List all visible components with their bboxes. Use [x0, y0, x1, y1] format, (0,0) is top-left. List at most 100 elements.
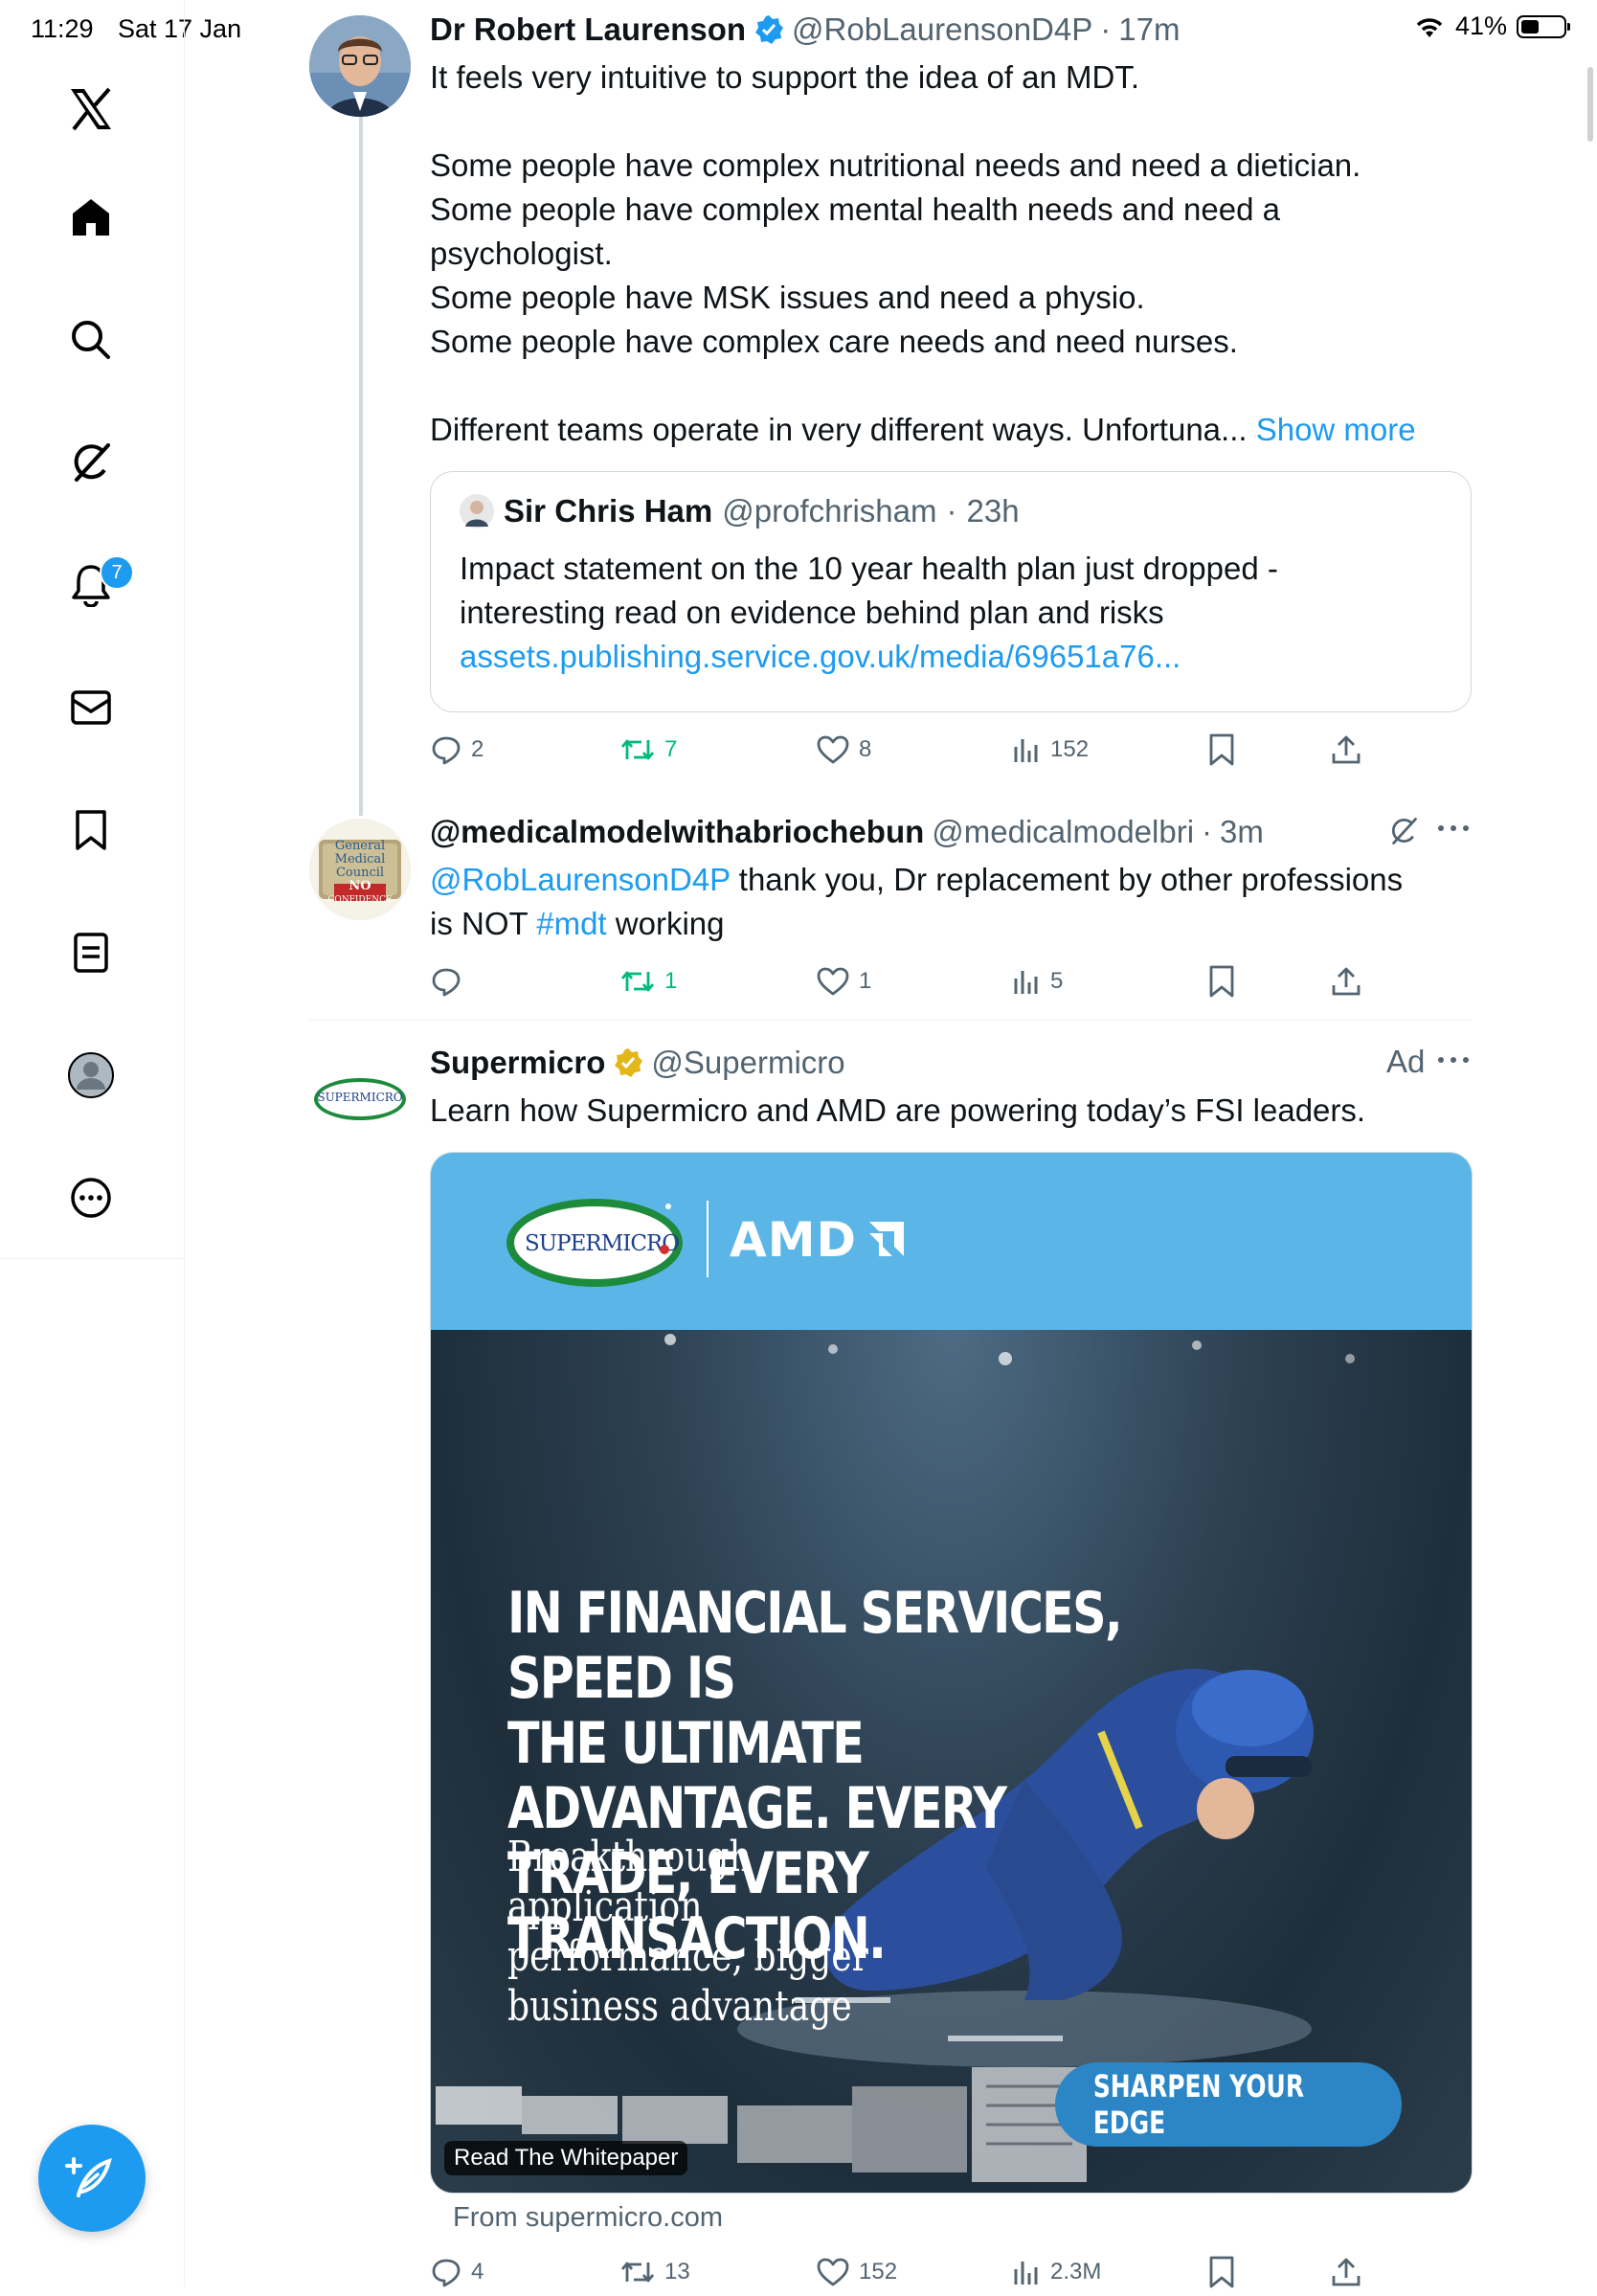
- post-time[interactable]: 17m: [1118, 11, 1180, 48]
- post-time[interactable]: 3m: [1220, 814, 1264, 850]
- quote-line: Impact statement on the 10 year health p…: [460, 551, 1278, 586]
- repost-count: 13: [664, 2259, 690, 2285]
- avatar[interactable]: General Medical Council NO CONFIDENCE: [309, 819, 411, 920]
- lists-icon[interactable]: [62, 924, 120, 981]
- quote-header: Sir Chris Ham @profchrisham · 23h: [460, 493, 1020, 529]
- avatar-text-line: CONFIDENCE: [327, 895, 393, 905]
- scrollbar[interactable]: [1587, 67, 1593, 142]
- quote-link[interactable]: assets.publishing.service.gov.uk/media/6…: [460, 635, 1455, 679]
- like-button[interactable]: 152: [817, 2248, 897, 2296]
- views-button[interactable]: 152: [1012, 726, 1089, 774]
- repost-icon: [620, 971, 655, 992]
- author-handle[interactable]: @Supermicro: [651, 1045, 844, 1081]
- share-button[interactable]: [1331, 2248, 1361, 2296]
- avatar[interactable]: [309, 15, 411, 117]
- show-more-link[interactable]: Show more: [1256, 412, 1416, 447]
- like-button[interactable]: 8: [817, 726, 871, 774]
- author-name[interactable]: @medicalmodelwithabriochebun: [430, 814, 924, 850]
- tweet-actions: 2 7 8 152: [431, 726, 1407, 774]
- battery-percent: 41%: [1454, 11, 1507, 40]
- avatar-text-line: Council: [335, 866, 385, 880]
- bookmark-button[interactable]: [1208, 726, 1235, 774]
- truncated-line: Different teams operate in very differen…: [430, 412, 1248, 447]
- dot-separator: ·: [1100, 11, 1112, 47]
- views-count: 2.3M: [1050, 2259, 1102, 2285]
- hashtag-link[interactable]: #mdt: [536, 906, 606, 941]
- repost-button[interactable]: 13: [620, 2248, 690, 2296]
- views-button[interactable]: 2.3M: [1012, 2248, 1101, 2296]
- repost-button[interactable]: 7: [620, 726, 677, 774]
- mention-link[interactable]: @RobLaurensonD4P: [430, 862, 731, 897]
- ad-cta-button[interactable]: SHARPEN YOUR EDGE: [1055, 2062, 1402, 2147]
- more-icon[interactable]: [62, 1169, 120, 1227]
- avatar-text-line: Medical: [334, 852, 386, 867]
- reply-button[interactable]: 4: [431, 2248, 484, 2296]
- messages-icon[interactable]: [62, 679, 120, 736]
- reply-icon: [432, 968, 461, 997]
- home-icon[interactable]: [62, 189, 120, 246]
- share-button[interactable]: [1331, 726, 1361, 774]
- subhead-line: Breakthrough: [507, 1833, 752, 1881]
- views-button[interactable]: 5: [1012, 957, 1063, 1005]
- repost-icon: [620, 2262, 655, 2283]
- subhead-line: application: [507, 1882, 703, 1931]
- quoted-post[interactable]: Sir Chris Ham @profchrisham · 23h Impact…: [430, 471, 1472, 712]
- x-logo-icon[interactable]: [62, 80, 120, 138]
- like-count: 152: [859, 2259, 898, 2285]
- bookmark-button[interactable]: [1208, 2248, 1235, 2296]
- ad-card[interactable]: SUPERMICRO AMD IN FINANCIAL SERVICES, SP…: [430, 1152, 1473, 2194]
- grok-icon[interactable]: [62, 434, 120, 491]
- ad-source[interactable]: From supermicro.com: [453, 2202, 723, 2234]
- repost-count: 7: [664, 736, 678, 762]
- bookmarks-icon[interactable]: [62, 801, 120, 859]
- quote-author-handle: @profchrisham: [722, 493, 937, 529]
- heart-icon: [817, 735, 849, 764]
- avatar-text-line: General: [334, 839, 386, 853]
- notifications-badge: 7: [100, 555, 134, 590]
- share-icon: [1332, 2258, 1361, 2286]
- search-icon[interactable]: [62, 311, 120, 369]
- reply-button[interactable]: 2: [431, 726, 484, 774]
- share-button[interactable]: [1331, 957, 1361, 1005]
- text-line: Some people have complex mental health n…: [430, 191, 1280, 227]
- repost-icon: [620, 739, 655, 760]
- text-line: Some people have complex care needs and …: [430, 324, 1238, 359]
- author-name[interactable]: Supermicro: [430, 1045, 605, 1081]
- compose-post-button[interactable]: [38, 2125, 146, 2232]
- dot-separator: ·: [946, 493, 957, 529]
- author-name[interactable]: Dr Robert Laurenson: [430, 11, 746, 48]
- like-count: 8: [859, 736, 872, 762]
- text-line: Some people have MSK issues and need a p…: [430, 280, 1145, 315]
- heart-icon: [817, 2258, 849, 2286]
- author-handle[interactable]: @medicalmodelbri: [932, 814, 1194, 850]
- grok-explain-icon[interactable]: [1388, 816, 1419, 851]
- text-line: It feels very intuitive to support the i…: [430, 59, 1140, 95]
- text-line: Some people have complex nutritional nee…: [430, 147, 1361, 183]
- profile-icon[interactable]: [62, 1047, 120, 1104]
- tweet-text: Learn how Supermicro and AMD are powerin…: [430, 1092, 1366, 1128]
- repost-count: 1: [664, 968, 678, 994]
- avatar-text: SUPERMICRO: [317, 1091, 403, 1104]
- quote-line: interesting read on evidence behind plan…: [460, 595, 1164, 630]
- ad-subhead: Breakthrough application performance, bi…: [507, 1833, 868, 2032]
- tweet-text: It feels very intuitive to support the i…: [430, 56, 1493, 452]
- share-icon: [1332, 735, 1361, 764]
- tweet-header: @medicalmodelwithabriochebun @medicalmod…: [430, 810, 1264, 854]
- repost-button[interactable]: 1: [620, 957, 677, 1005]
- text-fragment: working: [606, 906, 725, 941]
- more-options-icon[interactable]: [1436, 1053, 1471, 1071]
- reply-count: 4: [471, 2259, 484, 2285]
- supermicro-wordmark: SUPERMICRO: [525, 1231, 680, 1256]
- more-options-icon[interactable]: [1436, 822, 1471, 840]
- post-divider: [309, 1020, 1473, 1021]
- bookmark-button[interactable]: [1208, 957, 1235, 1005]
- like-button[interactable]: 1: [817, 957, 871, 1005]
- reply-button[interactable]: [431, 957, 471, 1005]
- amd-arrow-icon: [869, 1222, 904, 1256]
- views-count: 5: [1050, 968, 1064, 994]
- tweet-header: Supermicro @Supermicro: [430, 1041, 845, 1085]
- verified-badge-icon: [755, 15, 784, 44]
- whitepaper-label[interactable]: Read The Whitepaper: [444, 2141, 688, 2175]
- author-handle[interactable]: @RobLaurensonD4P: [792, 11, 1092, 48]
- avatar[interactable]: SUPERMICRO: [309, 1048, 411, 1150]
